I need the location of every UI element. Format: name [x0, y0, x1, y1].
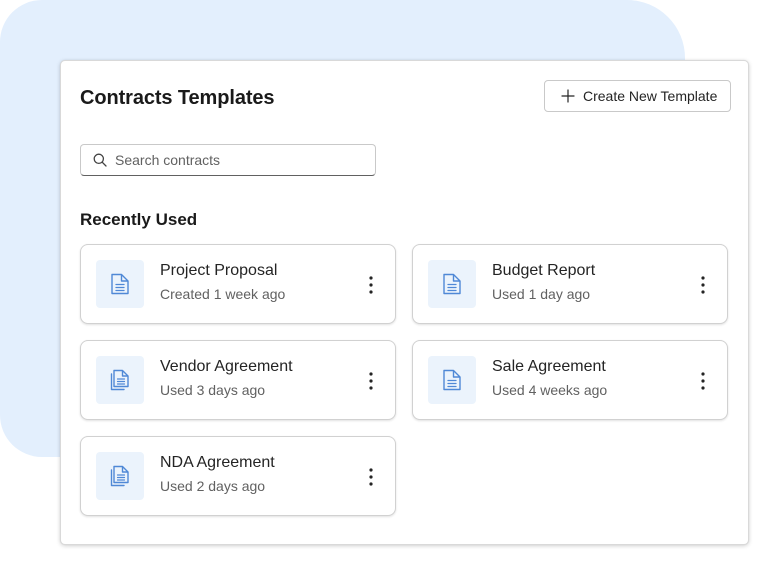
document-icon-tile — [96, 260, 144, 308]
template-last-used: Created 1 week ago — [160, 286, 286, 302]
template-card-vendor-agreement[interactable]: Vendor Agreement Used 3 days ago — [80, 340, 396, 420]
plus-icon — [561, 89, 575, 103]
more-vertical-icon — [369, 372, 373, 390]
more-vertical-icon — [701, 276, 705, 294]
document-icon — [111, 273, 129, 295]
template-name: Vendor Agreement — [160, 358, 293, 375]
template-card-nda-agreement[interactable]: NDA Agreement Used 2 days ago — [80, 436, 396, 516]
document-icon-tile — [96, 356, 144, 404]
more-options-button[interactable] — [357, 269, 385, 301]
template-name: Budget Report — [492, 262, 596, 279]
more-vertical-icon — [701, 372, 705, 390]
more-options-button[interactable] — [357, 365, 385, 397]
recently-used-heading: Recently Used — [80, 210, 198, 229]
document-copy-icon — [110, 369, 129, 391]
document-copy-icon — [110, 465, 129, 487]
more-options-button[interactable] — [689, 365, 717, 397]
document-icon — [443, 369, 461, 391]
template-card-sale-agreement[interactable]: Sale Agreement Used 4 weeks ago — [412, 340, 728, 420]
template-name: NDA Agreement — [160, 454, 275, 471]
document-icon-tile — [428, 260, 476, 308]
template-last-used: Used 2 days ago — [160, 478, 266, 494]
template-last-used: Used 3 days ago — [160, 382, 266, 398]
template-name: Project Proposal — [160, 262, 278, 279]
template-card-budget-report[interactable]: Budget Report Used 1 day ago — [412, 244, 728, 324]
page-title: Contracts Templates — [80, 87, 275, 109]
templates-panel: Contracts Templates Create New Template … — [60, 60, 749, 545]
create-new-template-label: Create New Template — [583, 88, 718, 104]
document-icon — [443, 273, 461, 295]
create-new-template-button[interactable]: Create New Template — [544, 80, 731, 112]
document-icon-tile — [96, 452, 144, 500]
more-vertical-icon — [369, 468, 373, 486]
template-name: Sale Agreement — [492, 358, 606, 375]
more-options-button[interactable] — [357, 461, 385, 493]
search-icon — [93, 153, 107, 167]
template-last-used: Used 1 day ago — [492, 286, 591, 302]
more-options-button[interactable] — [689, 269, 717, 301]
template-card-project-proposal[interactable]: Project Proposal Created 1 week ago — [80, 244, 396, 324]
template-last-used: Used 4 weeks ago — [492, 382, 608, 398]
document-icon-tile — [428, 356, 476, 404]
search-field[interactable] — [80, 144, 376, 176]
search-input[interactable] — [115, 152, 365, 168]
more-vertical-icon — [369, 276, 373, 294]
